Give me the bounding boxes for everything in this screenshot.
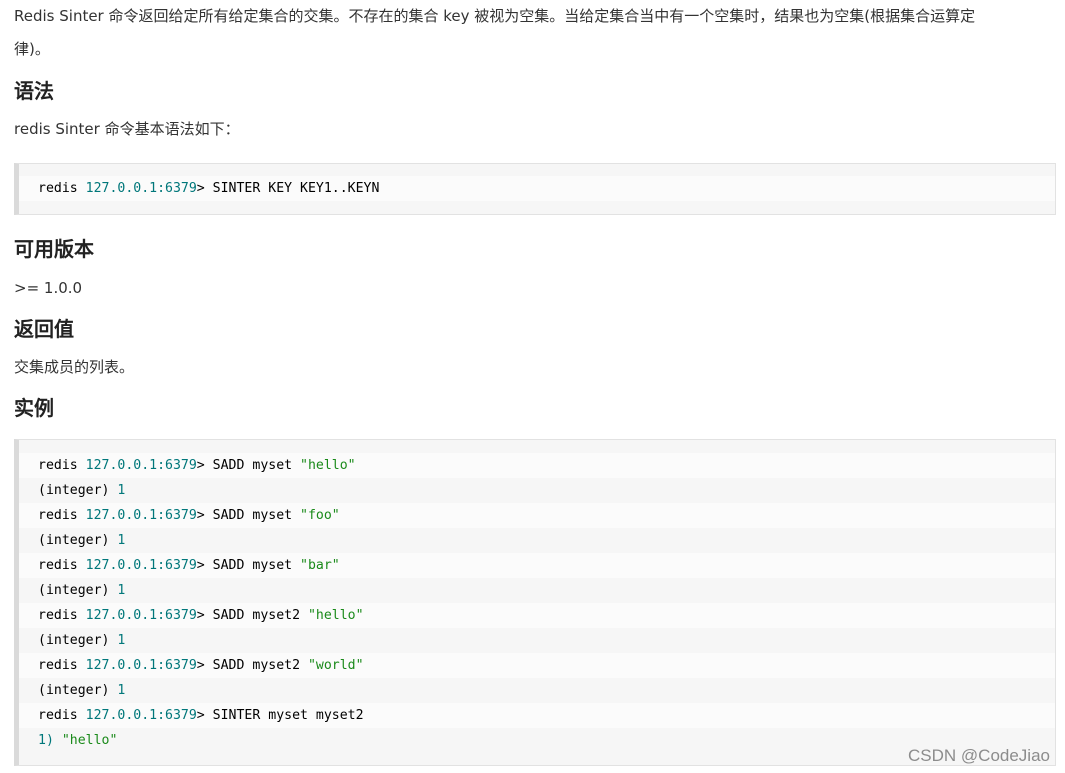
syntax-code-block: redis 127.0.0.1:6379> SINTER KEY KEY1..K… [14,163,1056,215]
example-code-line: redis 127.0.0.1:6379> SADD myset "bar" [19,553,1055,578]
return-value-description: 交集成员的列表。 [14,358,135,376]
example-code-line: redis 127.0.0.1:6379> SADD myset "foo" [19,503,1055,528]
example-code-line: redis 127.0.0.1:6379> SADD myset2 "world… [19,653,1055,678]
example-code-line: redis 127.0.0.1:6379> SINTER myset myset… [19,703,1055,728]
example-code-block: redis 127.0.0.1:6379> SADD myset "hello"… [14,439,1056,766]
example-code-line: (integer) 1 [19,528,1055,553]
intro-paragraph: Redis Sinter 命令返回给定所有给定集合的交集。不存在的集合 key … [14,0,1054,66]
example-code-line: redis 127.0.0.1:6379> SADD myset "hello" [19,453,1055,478]
version-value: >= 1.0.0 [14,279,83,297]
example-code-line: (integer) 1 [19,478,1055,503]
return-value-heading: 返回值 [14,317,74,341]
example-code-line: (integer) 1 [19,578,1055,603]
example-code-line: 1) "hello" [19,728,1055,753]
example-code-line: (integer) 1 [19,628,1055,653]
example-code-line: redis 127.0.0.1:6379> SADD myset2 "hello… [19,603,1055,628]
csdn-watermark: CSDN @CodeJiao [908,746,1050,765]
intro-line-2: 律)。 [14,40,50,58]
syntax-description: redis Sinter 命令基本语法如下： [14,120,240,138]
version-heading: 可用版本 [14,237,94,261]
syntax-heading: 语法 [14,79,54,103]
example-heading: 实例 [14,396,54,420]
example-code-line: (integer) 1 [19,678,1055,703]
syntax-code-line: redis 127.0.0.1:6379> SINTER KEY KEY1..K… [19,176,1055,201]
intro-line-1: Redis Sinter 命令返回给定所有给定集合的交集。不存在的集合 key … [14,7,976,25]
